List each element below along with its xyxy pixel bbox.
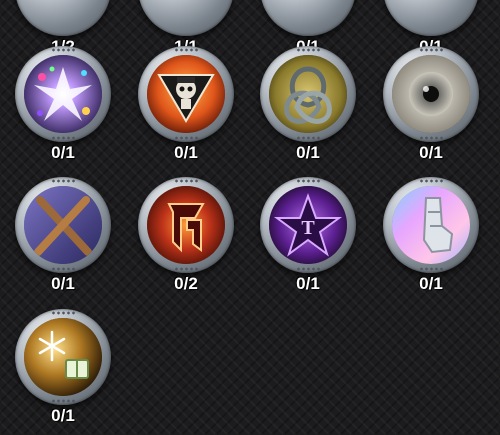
badge-count: 0/1 — [51, 143, 75, 162]
badge-count: 0/1 — [296, 143, 320, 162]
skull-triangle-icon — [147, 55, 225, 133]
crystal-burst-icon — [24, 55, 102, 133]
badge-top-1[interactable]: 1/2 — [15, 0, 111, 56]
badge-count: 0/1 — [174, 143, 198, 162]
badge-ring — [138, 0, 234, 36]
badge-ring — [260, 0, 356, 36]
badge-eye[interactable]: 0/1 — [383, 46, 479, 162]
badge-holographic-arm[interactable]: 0/1 — [383, 177, 479, 293]
badge-count: 0/1 — [419, 274, 443, 293]
badge-crossed-sticks[interactable]: 0/1 — [15, 177, 111, 293]
badge-crystal-burst[interactable]: 0/1 — [15, 46, 111, 162]
badge-celtic-knot[interactable]: 0/1 — [260, 46, 356, 162]
badge-ring — [383, 0, 479, 36]
eye-icon — [392, 55, 470, 133]
badge-skull-triangle[interactable]: 0/1 — [138, 46, 234, 162]
badge-count: 0/1 — [296, 274, 320, 293]
celtic-knot-icon — [269, 55, 347, 133]
pentagram-emblem-icon: T — [269, 186, 347, 264]
badge-count: 0/1 — [51, 406, 75, 425]
snowflake-gift-icon — [24, 318, 102, 396]
holographic-arm-icon — [392, 186, 470, 264]
badge-top-3[interactable]: 0/1 — [260, 0, 356, 56]
badge-top-2[interactable]: 1/1 — [138, 0, 234, 56]
svg-text:T: T — [301, 217, 315, 239]
crossed-sticks-icon — [24, 186, 102, 264]
badge-ring — [15, 0, 111, 36]
badge-r-emblem[interactable]: 0/2 — [138, 177, 234, 293]
badge-count: 0/2 — [174, 274, 198, 293]
badge-top-4[interactable]: 0/1 — [383, 0, 479, 56]
badge-pentagram-emblem[interactable]: T 0/1 — [260, 177, 356, 293]
badge-snowflake-gift[interactable]: 0/1 — [15, 309, 111, 425]
badge-count: 0/1 — [51, 274, 75, 293]
r-emblem-icon — [147, 186, 225, 264]
badge-count: 0/1 — [419, 143, 443, 162]
